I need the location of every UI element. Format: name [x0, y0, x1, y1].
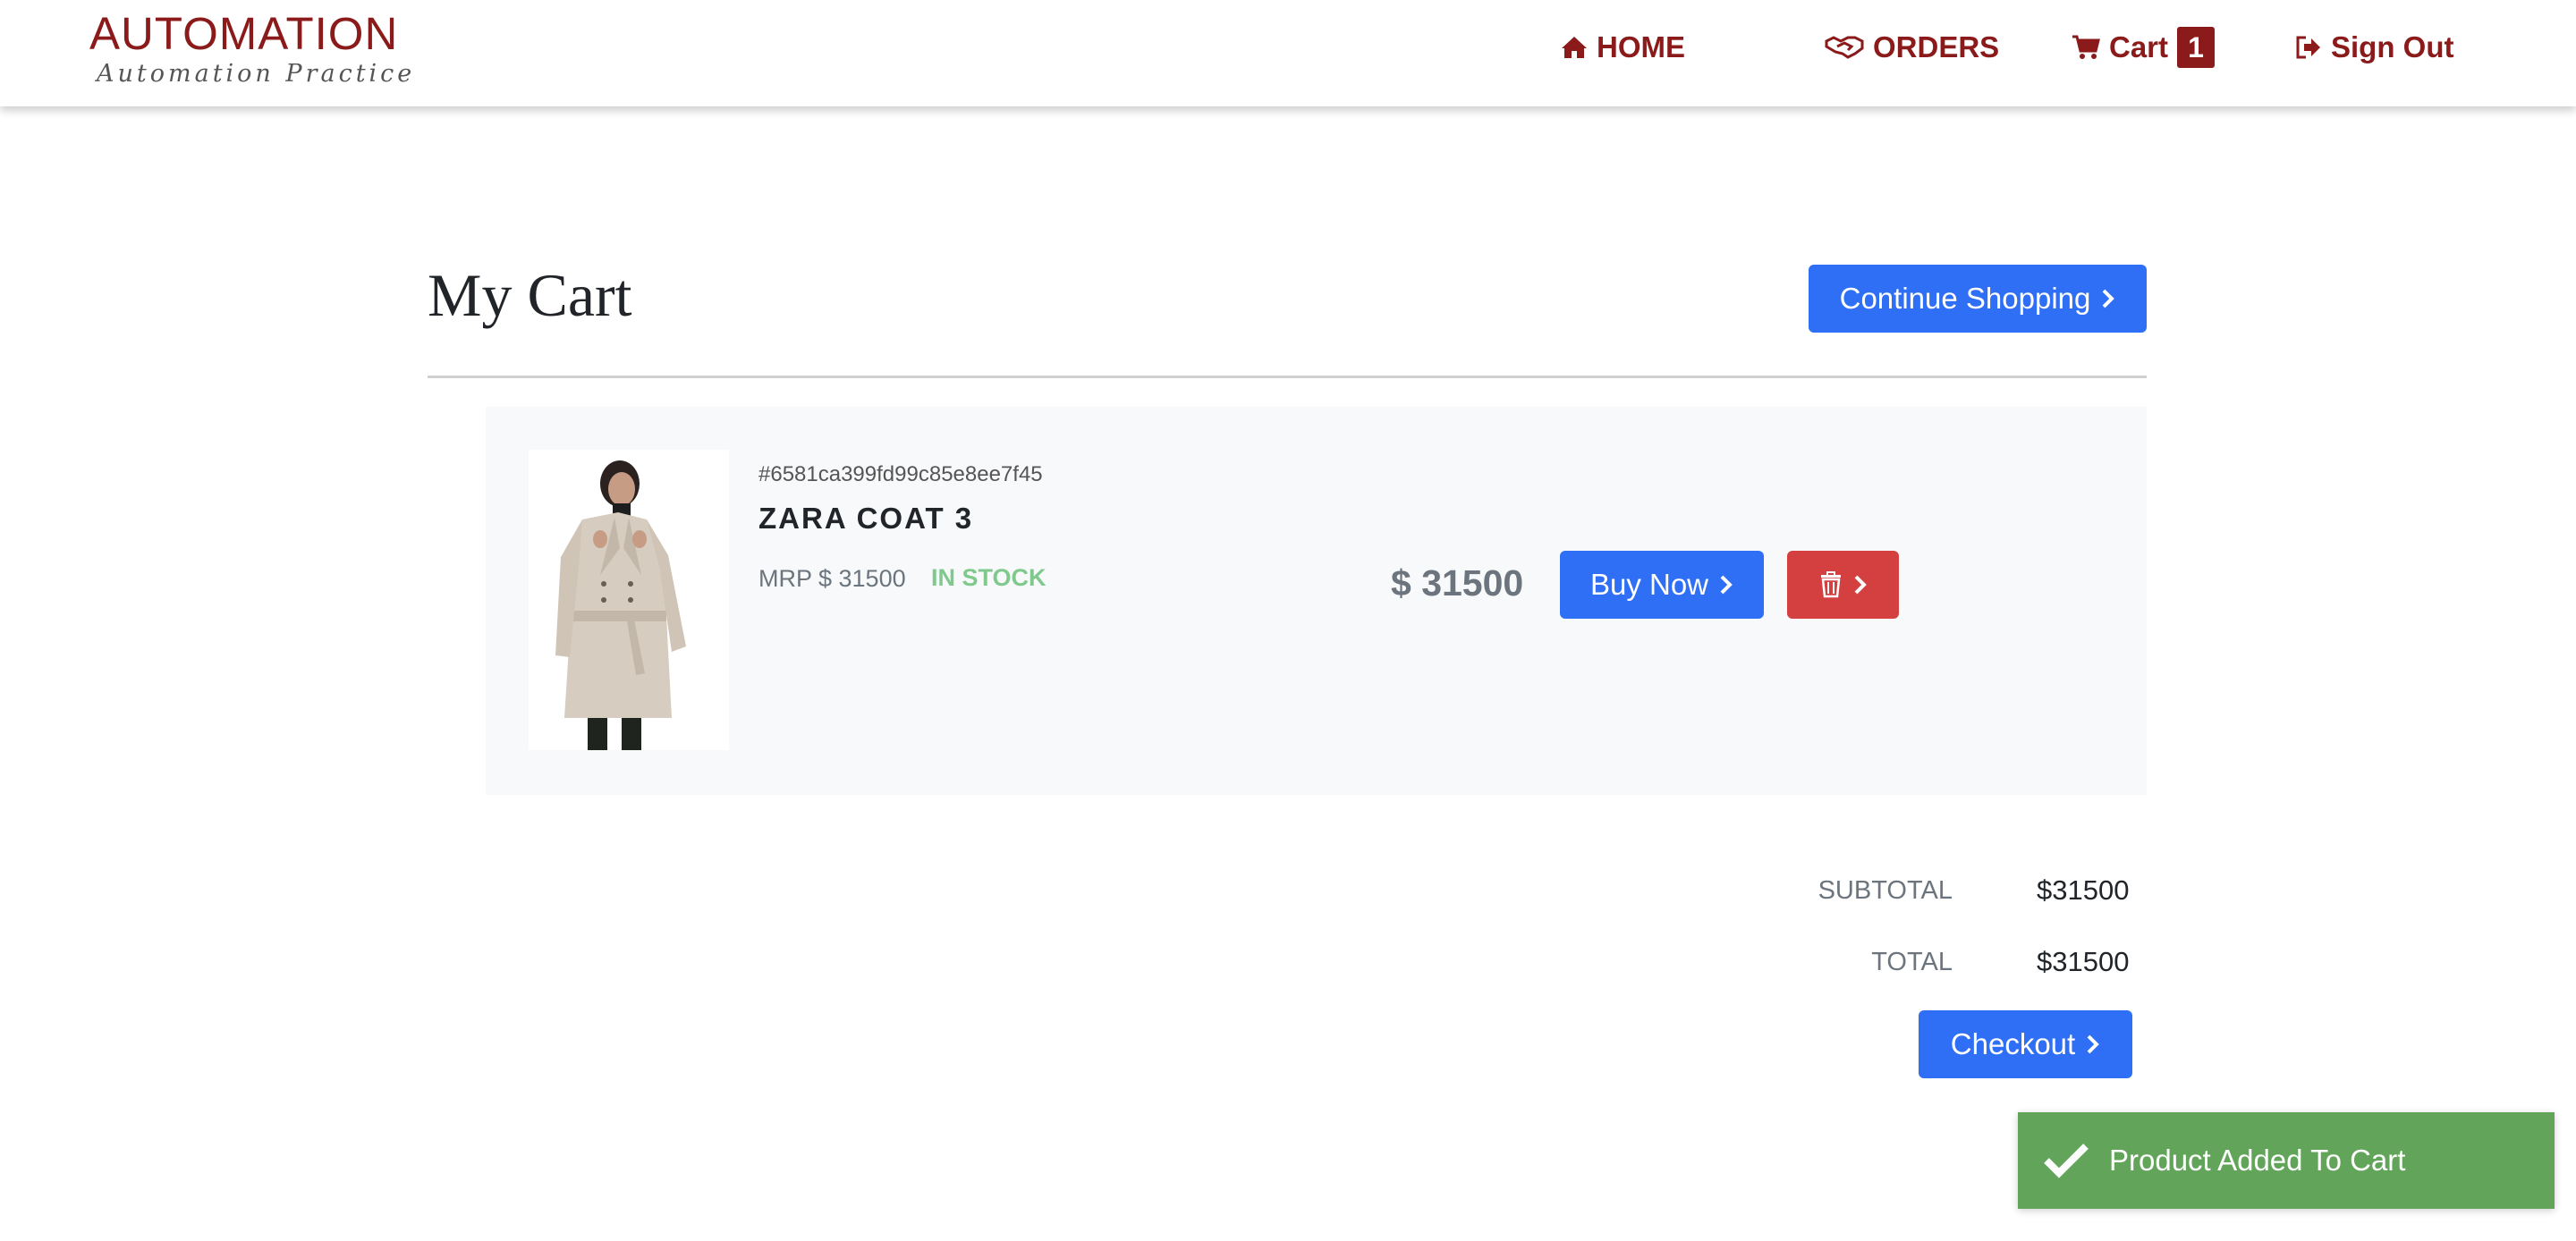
total-value: $31500 — [2037, 946, 2130, 977]
cart-count-badge: 1 — [2177, 27, 2216, 68]
product-mrp: MRP $ 31500 — [758, 565, 906, 592]
toast-message: Product Added To Cart — [2109, 1144, 2406, 1177]
delete-item-button[interactable] — [1787, 551, 1899, 619]
cart-icon — [2072, 35, 2100, 59]
buy-now-button[interactable]: Buy Now — [1560, 551, 1764, 619]
subtotal-value: $31500 — [2037, 874, 2130, 906]
chevron-right-icon — [1720, 575, 1733, 595]
page-title: My Cart — [428, 261, 632, 329]
nav-cart-label: Cart — [2109, 30, 2169, 63]
continue-shopping-label: Continue Shopping — [1839, 282, 2091, 315]
coat-image-icon — [529, 450, 729, 750]
section-divider — [428, 376, 2147, 378]
cart-item-card: #6581ca399fd99c85e8ee7f45 ZARA COAT 3 MR… — [486, 407, 2147, 795]
product-price: $ 31500 — [1391, 562, 1524, 604]
home-icon — [1562, 37, 1587, 58]
total-label: TOTAL — [1871, 948, 1953, 976]
chevron-right-icon — [2087, 1034, 2100, 1054]
chevron-right-icon — [1854, 575, 1867, 595]
checkout-button[interactable]: Checkout — [1919, 1010, 2132, 1078]
brand-logo[interactable]: AUTOMATION Automation Practice — [89, 7, 415, 88]
subtotal-label: SUBTOTAL — [1818, 876, 1953, 905]
nav-orders-button[interactable]: ORDERS — [1825, 27, 1999, 68]
product-image — [529, 450, 729, 750]
top-navbar: AUTOMATION Automation Practice HOME ORDE… — [0, 0, 2576, 106]
checkout-label: Checkout — [1950, 1027, 2076, 1060]
nav-sign-out-button[interactable]: Sign Out — [2295, 27, 2453, 68]
trash-icon — [1820, 571, 1841, 598]
nav-cart-button[interactable]: Cart 1 — [2072, 27, 2216, 68]
continue-shopping-button[interactable]: Continue Shopping — [1809, 265, 2147, 333]
product-id: #6581ca399fd99c85e8ee7f45 — [758, 462, 1043, 486]
chevron-right-icon — [2102, 289, 2115, 308]
stock-status: IN STOCK — [931, 564, 1046, 591]
brand-subtitle: Automation Practice — [97, 60, 416, 88]
nav-sign-out-label: Sign Out — [2331, 30, 2454, 63]
product-name: ZARA COAT 3 — [758, 502, 974, 535]
nav-home-label: HOME — [1597, 30, 1685, 63]
brand-title: AUTOMATION — [89, 8, 399, 59]
handshake-icon — [1825, 36, 1864, 59]
nav-home-button[interactable]: HOME — [1561, 27, 1685, 68]
checkmark-icon — [2044, 1144, 2089, 1178]
toast-notification[interactable]: Product Added To Cart — [2018, 1112, 2555, 1209]
buy-now-label: Buy Now — [1589, 568, 1709, 601]
nav-orders-label: ORDERS — [1873, 30, 2000, 63]
sign-out-icon — [2296, 36, 2320, 59]
